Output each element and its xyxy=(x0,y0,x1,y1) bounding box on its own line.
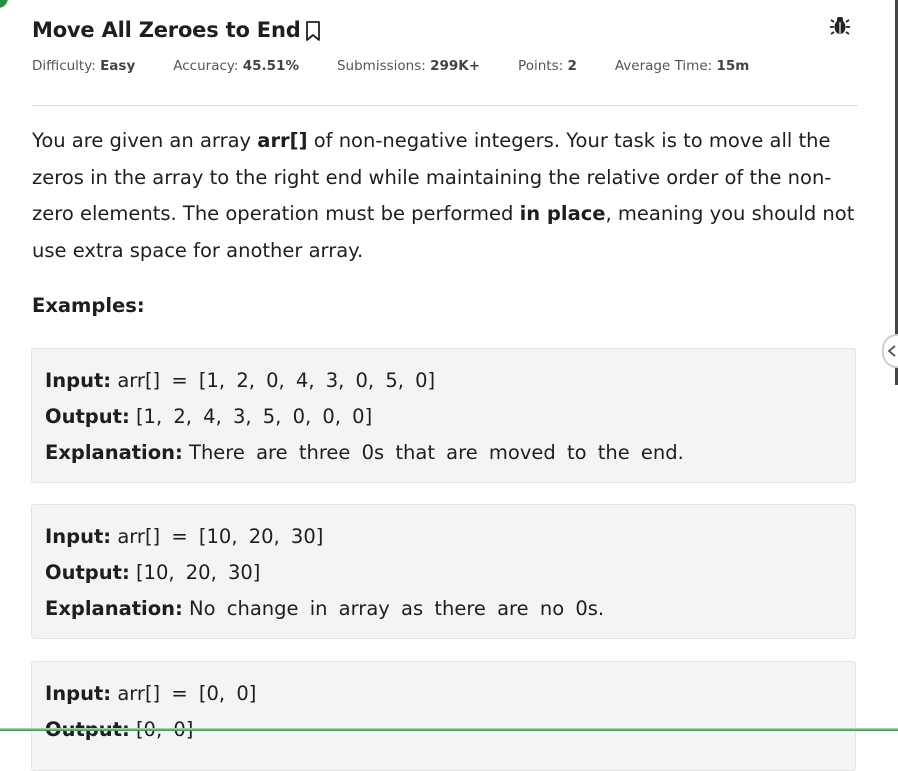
meta-difficulty: Difficulty: Easy xyxy=(32,58,136,74)
meta-submissions: Submissions: 299K+ xyxy=(336,58,481,74)
meta-accuracy: Accuracy: 45.51% xyxy=(173,58,299,74)
meta-points: Points: 2 xyxy=(518,58,577,74)
example-block: Input: arr[] = [1, 2, 0, 4, 3, 0, 5, 0] … xyxy=(31,348,856,483)
example-block: Input: arr[] = [0, 0] Output: [0, 0] xyxy=(31,661,856,771)
problem-header: Move All Zeroes to End Difficulty: Easy … xyxy=(32,14,858,74)
problem-meta: Difficulty: Easy Accuracy: 45.51% Submis… xyxy=(32,58,858,74)
problem-description: You are given an array arr[] of non-nega… xyxy=(32,129,855,262)
example-block: Input: arr[] = [10, 20, 30] Output: [10,… xyxy=(31,504,856,639)
meta-average-time: Average Time: 15m xyxy=(614,58,750,74)
panel-toggle-button[interactable] xyxy=(882,334,898,368)
chevron-left-icon xyxy=(887,342,897,361)
bug-icon[interactable] xyxy=(830,14,850,36)
corner-indicator xyxy=(0,0,8,8)
page-title: Move All Zeroes to End xyxy=(32,18,301,42)
bookmark-icon[interactable] xyxy=(305,20,321,42)
examples-heading: Examples: xyxy=(32,294,145,317)
header-divider xyxy=(32,105,858,106)
